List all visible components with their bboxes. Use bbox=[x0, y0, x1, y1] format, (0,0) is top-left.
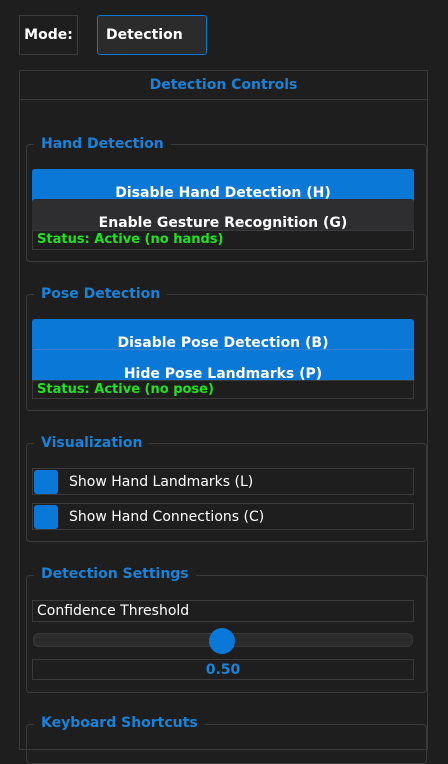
visualization-title: Visualization bbox=[34, 434, 150, 452]
mode-label: Mode: bbox=[19, 15, 78, 55]
enable-gesture-recognition-button[interactable]: Enable Gesture Recognition (G) bbox=[32, 199, 414, 230]
detection-settings-title: Detection Settings bbox=[34, 565, 196, 583]
checkbox-checked-icon[interactable] bbox=[34, 504, 58, 529]
hand-status: Status: Active (no hands) bbox=[32, 230, 414, 250]
show-hand-landmarks-checkbox[interactable]: Show Hand Landmarks (L) bbox=[32, 468, 414, 495]
show-hand-connections-checkbox[interactable]: Show Hand Connections (C) bbox=[32, 503, 414, 530]
show-hand-landmarks-label: Show Hand Landmarks (L) bbox=[69, 473, 254, 490]
pose-status: Status: Active (no pose) bbox=[32, 380, 414, 399]
confidence-threshold-label: Confidence Threshold bbox=[32, 600, 414, 622]
pose-detection-title: Pose Detection bbox=[34, 285, 168, 303]
show-hand-connections-label: Show Hand Connections (C) bbox=[69, 508, 265, 525]
hide-pose-landmarks-button[interactable]: Hide Pose Landmarks (P) bbox=[32, 349, 414, 380]
confidence-threshold-value: 0.50 bbox=[32, 659, 414, 680]
checkbox-checked-icon[interactable] bbox=[34, 469, 58, 494]
mode-selector[interactable]: Detection bbox=[97, 15, 207, 55]
slider-handle[interactable] bbox=[209, 628, 235, 654]
keyboard-shortcuts-title: Keyboard Shortcuts bbox=[34, 714, 205, 732]
panel-title: Detection Controls bbox=[20, 77, 427, 100]
hand-detection-title: Hand Detection bbox=[34, 135, 171, 153]
